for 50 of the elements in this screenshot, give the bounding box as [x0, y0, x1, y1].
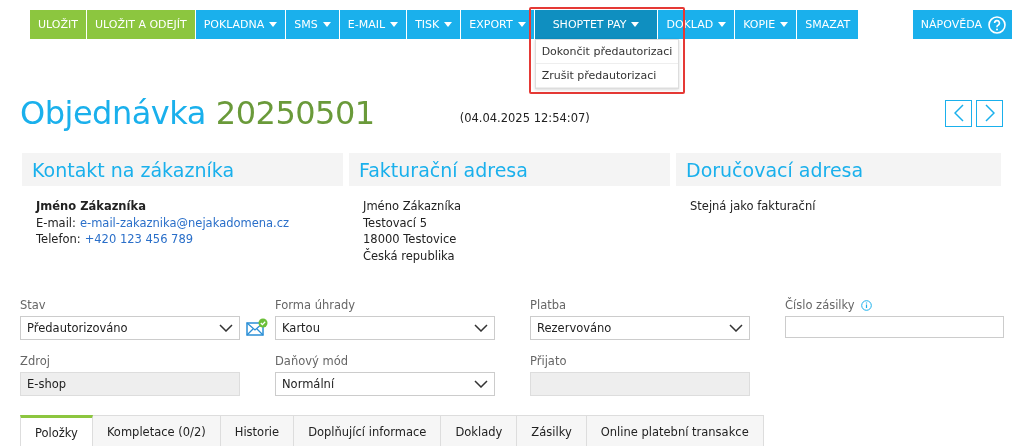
input-field[interactable]: [785, 316, 1004, 338]
menu-item[interactable]: Dokončit předautorizaci: [535, 40, 679, 64]
chevron-down-icon: [474, 380, 488, 388]
contact-label: E-mail:: [36, 214, 76, 231]
previous-button[interactable]: [945, 99, 972, 127]
envelope-check-icon[interactable]: [246, 318, 268, 338]
contact-label: Telefon:: [36, 231, 81, 248]
card-header: Fakturační adresa: [349, 153, 670, 186]
tab[interactable]: Zásilky: [517, 415, 587, 446]
tab[interactable]: Doklady: [441, 415, 518, 446]
tab[interactable]: Doplňující informace: [294, 415, 442, 446]
card-header: Kontakt na zákazníka: [22, 153, 343, 186]
select-field[interactable]: Kartou: [275, 316, 495, 340]
order-date: (04.04.2025 12:54:07): [459, 111, 590, 125]
chevron-left-icon: [953, 104, 964, 122]
tab[interactable]: Kompletace (0/2): [92, 415, 221, 446]
select-field[interactable]: Předautorizováno: [20, 316, 240, 340]
field-label: Platba: [530, 298, 567, 312]
chevron-right-icon: [984, 104, 995, 122]
toolbar-button[interactable]: SHOPTET PAY: [534, 10, 659, 39]
tab[interactable]: Položky: [20, 415, 93, 446]
chevron-down-icon: [474, 324, 488, 332]
info-icon[interactable]: [860, 299, 872, 311]
chevron-down-icon: [729, 324, 743, 332]
contact-link[interactable]: e-mail-zakaznika@nejakadomena.cz: [79, 214, 290, 231]
address-line: Jméno Zákazníka: [363, 198, 462, 215]
field-label: Daňový mód: [275, 354, 349, 368]
address-line: Česká republika: [363, 247, 455, 264]
page-title: Objednávka: [20, 94, 206, 132]
chevron-down-icon: [219, 324, 233, 332]
field-label: Zdroj: [20, 354, 50, 368]
card-header: Doručovací adresa: [676, 153, 1001, 186]
help-icon: [988, 15, 1006, 34]
select-field[interactable]: Rezervováno: [530, 316, 750, 340]
next-button[interactable]: [976, 99, 1003, 127]
field-label: Stav: [20, 298, 46, 312]
readonly-field: E-shop: [20, 372, 240, 396]
field-label: Přijato: [530, 354, 567, 368]
address-line: Testovací 5: [363, 214, 428, 231]
address-line: 18000 Testovice: [363, 231, 457, 248]
select-field[interactable]: Normální: [275, 372, 495, 396]
address-line: Stejná jako fakturační: [690, 198, 816, 215]
menu-item[interactable]: Zrušit předautorizaci: [535, 64, 679, 88]
field-label: Forma úhrady: [275, 298, 356, 312]
tab[interactable]: Online platební transakce: [586, 415, 764, 446]
tab[interactable]: Historie: [220, 415, 295, 446]
field-label: Číslo zásilky: [785, 298, 855, 312]
contact-link[interactable]: +420 123 456 789: [84, 231, 194, 248]
order-number: 20250501: [215, 94, 375, 132]
customer-name: Jméno Zákazníka: [36, 198, 146, 215]
